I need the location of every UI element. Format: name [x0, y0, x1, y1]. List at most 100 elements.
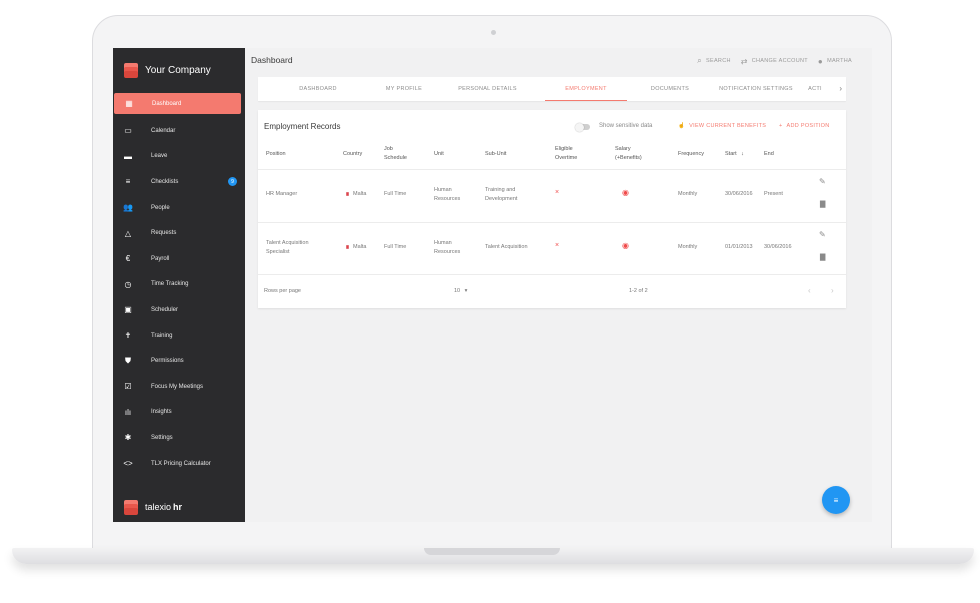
search-icon: ⌕	[697, 56, 703, 65]
sidebar-item-leave[interactable]: ▬ Leave	[113, 144, 245, 170]
change-account-label: CHANGE ACCOUNT	[751, 58, 808, 64]
user-name: MARTHA	[827, 58, 852, 64]
sidebar-item-time-tracking[interactable]: ◷ Time Tracking	[113, 272, 245, 298]
sidebar-item-tlx-pricing-calculator[interactable]: <> TLX Pricing Calculator	[113, 451, 245, 477]
cell-schedule: Full Time	[384, 191, 407, 197]
hand-icon: ☝	[678, 123, 686, 129]
cell-country: Malta	[343, 243, 366, 252]
tab-dashboard[interactable]: DASHBOARD	[258, 77, 378, 101]
count-badge: 9	[228, 177, 237, 187]
sidebar-item-label: Dashboard	[152, 100, 182, 107]
eye-icon[interactable]: ◉	[622, 188, 629, 197]
cell-line: Human	[434, 187, 452, 193]
cell-end: Present	[764, 191, 783, 197]
product-suffix: hr	[173, 502, 183, 512]
prev-page-button[interactable]: ‹	[808, 286, 811, 295]
tab-personal-details[interactable]: PERSONAL DETAILS	[430, 77, 545, 101]
start-label: Start	[725, 151, 737, 157]
malta-flag-icon	[343, 191, 349, 196]
cell-frequency: Monthly	[678, 191, 698, 197]
cell-position: Talent Acquisition Specialist	[266, 239, 309, 256]
sidebar-item-payroll[interactable]: € Payroll	[113, 246, 245, 272]
tab-acti[interactable]: ACTI	[799, 77, 831, 101]
card-title: Employment Records	[264, 122, 341, 131]
column-header-job-schedule: Job Schedule	[384, 145, 407, 163]
cell-sub-unit: Training and Development	[485, 186, 517, 203]
meetings-icon: ☑	[124, 382, 132, 392]
sidebar-item-calendar[interactable]: ▭ Calendar	[113, 118, 245, 144]
delete-icon[interactable]: ▇	[820, 200, 825, 208]
top-bar: Dashboard ⌕ SEARCH ⇄ CHANGE ACCOUNT ● MA…	[245, 48, 872, 76]
sidebar-item-settings[interactable]: ✱ Settings	[113, 425, 245, 451]
sidebar-item-label: Calendar	[151, 127, 176, 134]
delete-icon[interactable]: ▇	[820, 253, 825, 261]
sidebar-item-label: Payroll	[151, 255, 170, 262]
search-button[interactable]: ⌕ SEARCH	[697, 56, 731, 66]
edit-icon[interactable]: ✎	[819, 177, 826, 186]
sidebar-item-insights[interactable]: ılı Insights	[113, 400, 245, 426]
app-screen: Your Company ▦ Dashboard ▭ Calendar ▬ Leave ≡ C…	[113, 48, 872, 522]
column-header-start[interactable]: Start ↓	[725, 150, 744, 159]
cell-start: 01/01/2013	[725, 244, 753, 250]
laptop-base	[12, 548, 974, 564]
shield-icon: ⛊	[125, 356, 131, 366]
sidebar-item-people[interactable]: 👥 People	[113, 195, 245, 221]
people-icon: 👥	[123, 203, 133, 213]
sidebar-item-label: Permissions	[151, 358, 184, 365]
sidebar-item-scheduler[interactable]: ▣ Scheduler	[113, 297, 245, 323]
plus-icon: +	[779, 123, 783, 129]
sidebar-item-label: Settings	[151, 434, 173, 441]
caret-down-icon: ▾	[464, 288, 468, 294]
row-divider	[258, 222, 846, 223]
tab-employment[interactable]: EMPLOYMENT	[545, 77, 627, 101]
edit-icon[interactable]: ✎	[819, 230, 826, 239]
checklist-fab-button[interactable]: ≡	[822, 486, 850, 514]
toggle-label: Show sensitive data	[599, 123, 653, 129]
cell-line: Training and	[485, 187, 516, 193]
row-divider	[258, 169, 846, 170]
rows-per-page-select[interactable]: 10 ▾	[454, 288, 467, 294]
product-name: talexio	[145, 502, 172, 512]
sensitive-data-toggle[interactable]	[575, 122, 590, 132]
leave-icon: ▬	[124, 151, 132, 161]
euro-icon: €	[125, 254, 131, 264]
cell-start: 30/06/2016	[725, 191, 753, 197]
sidebar-item-label: Training	[151, 332, 173, 339]
cell-line: HR Manager	[266, 191, 298, 197]
sidebar-item-training[interactable]: ✝ Training	[113, 323, 245, 349]
view-benefits-button[interactable]: ☝ VIEW CURRENT BENEFITS	[678, 123, 766, 129]
tab-notification-settings[interactable]: NOTIFICATION SETTINGS	[713, 77, 799, 101]
scheduler-icon: ▣	[124, 305, 132, 315]
column-header-position: Position	[266, 151, 286, 157]
timer-icon: ◷	[124, 279, 132, 289]
tab-documents[interactable]: DOCUMENTS	[627, 77, 713, 101]
rows-per-page-label: Rows per page	[264, 288, 301, 294]
employment-records-card: Employment Records Show sensitive data ☝…	[258, 110, 846, 308]
not-eligible-icon: ×	[555, 189, 560, 196]
next-page-button[interactable]: ›	[831, 286, 834, 295]
sidebar-item-dashboard[interactable]: ▦ Dashboard	[114, 93, 241, 114]
insights-icon: ılı	[124, 407, 132, 417]
column-header-salary: Salary (+Benefits)	[615, 145, 642, 163]
code-icon: <>	[123, 459, 133, 469]
company-brand[interactable]: Your Company	[123, 62, 211, 78]
cell-line: Talent Acquisition	[485, 244, 528, 250]
user-menu[interactable]: ● MARTHA	[818, 57, 852, 66]
sidebar-item-label: Focus My Meetings	[151, 383, 204, 390]
sidebar-item-focus-my-meetings[interactable]: ☑ Focus My Meetings	[113, 374, 245, 400]
sidebar-item-label: Requests	[151, 230, 177, 237]
change-account-button[interactable]: ⇄ CHANGE ACCOUNT	[741, 57, 808, 66]
sidebar-item-permissions[interactable]: ⛊ Permissions	[113, 348, 245, 374]
page-title: Dashboard	[251, 55, 293, 65]
cell-end: 30/06/2016	[764, 244, 792, 250]
column-header-eligible-overtime: Eligible Overtime	[555, 145, 577, 163]
chevron-right-icon[interactable]: ›	[839, 84, 842, 93]
eye-icon[interactable]: ◉	[622, 241, 629, 250]
tab-my-profile[interactable]: MY PROFILE	[378, 77, 430, 101]
product-brand: talexio hr	[123, 500, 183, 515]
sidebar-item-checklists[interactable]: ≡ Checklists 9	[113, 169, 245, 195]
add-position-button[interactable]: + ADD POSITION	[779, 123, 830, 129]
sidebar-item-requests[interactable]: △ Requests	[113, 220, 245, 246]
column-header-unit: Unit	[434, 151, 444, 157]
sidebar-item-label: People	[151, 204, 170, 211]
